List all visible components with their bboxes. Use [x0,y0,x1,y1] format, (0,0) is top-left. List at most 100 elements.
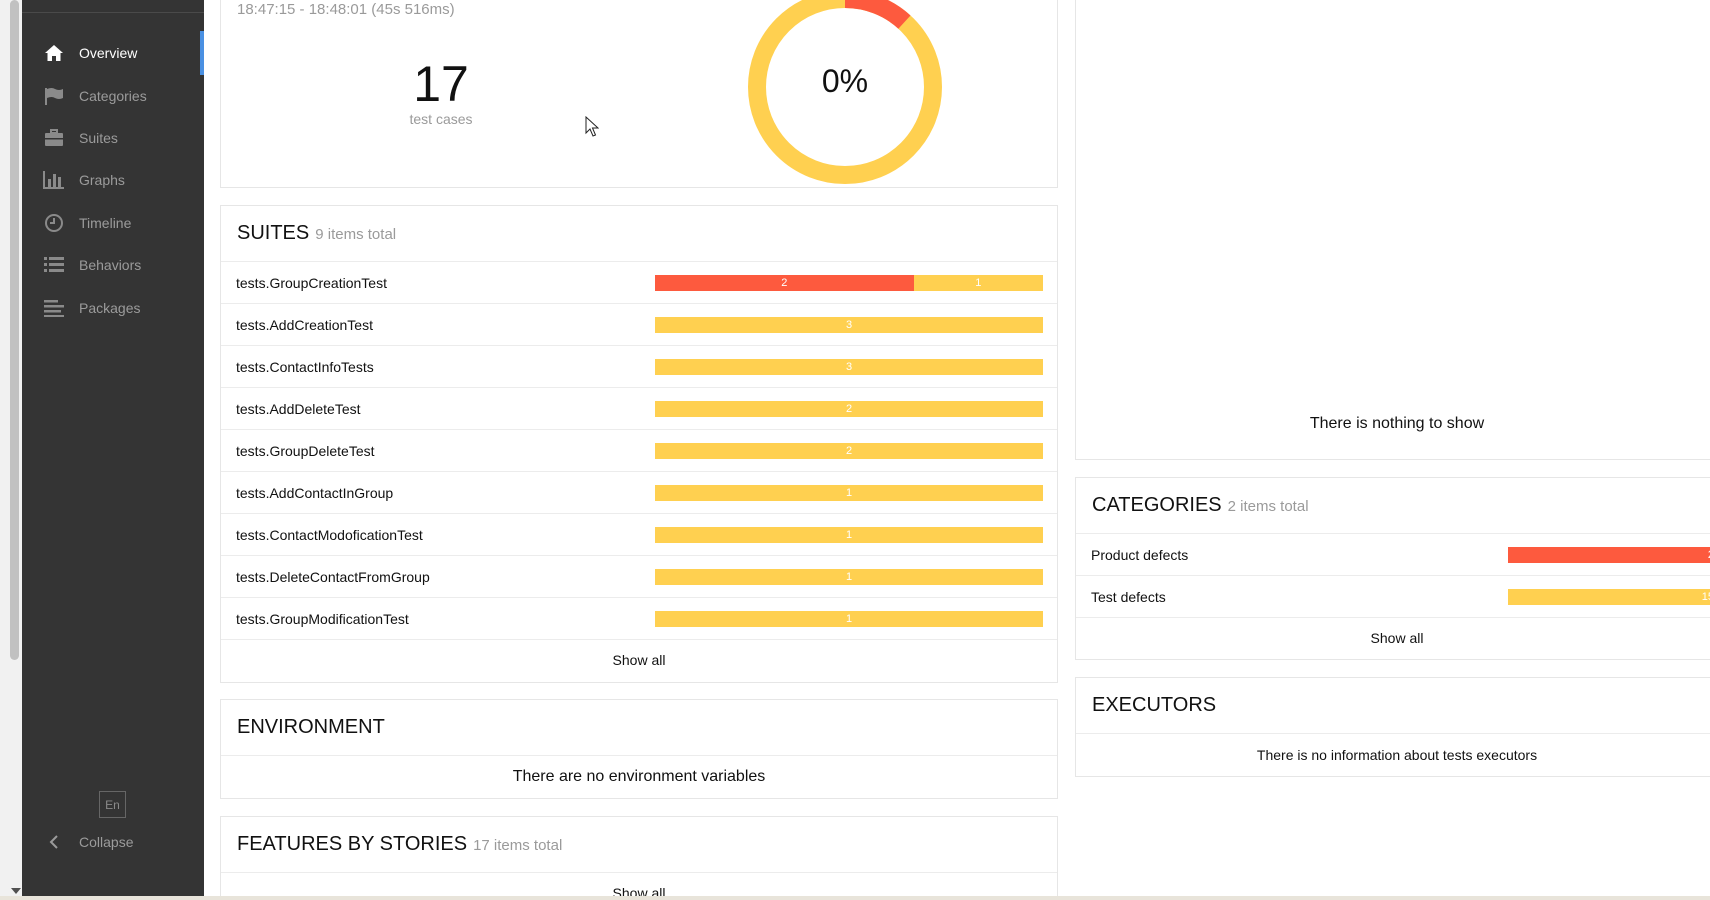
categories-header: CATEGORIES 2 items total [1076,478,1710,534]
category-bar: 15 [1508,589,1710,605]
category-name: Product defects [1091,546,1189,563]
sidebar-item-behaviors[interactable]: Behaviors [22,243,204,287]
sidebar-item-label: Categories [79,88,147,104]
suite-name: tests.GroupCreationTest [236,274,387,291]
environment-title: ENVIRONMENT [237,716,385,738]
sidebar-item-label: Suites [79,130,118,146]
suite-status-bar: 1 [655,569,1043,585]
time-range: 18:47:15 - 18:48:01 (45s 516ms) [237,1,455,18]
sidebar-item-graphs[interactable]: Graphs [22,158,204,202]
executors-header: EXECUTORS [1076,678,1710,734]
category-row[interactable]: Test defects 15 [1076,576,1710,618]
suite-row[interactable]: tests.GroupDeleteTest 2 [221,430,1057,472]
features-widget: FEATURES BY STORIES 17 items total Show … [220,816,1058,900]
language-button[interactable]: En [99,791,126,818]
suite-broken-segment: 2 [655,401,1043,417]
suite-row[interactable]: tests.AddDeleteTest 2 [221,388,1057,430]
categories-title: CATEGORIES [1092,494,1222,516]
suite-row[interactable]: tests.DeleteContactFromGroup 1 [221,556,1057,598]
scrollbar-thumb[interactable] [10,0,19,660]
browser-scrollbar[interactable] [0,0,22,900]
environment-header: ENVIRONMENT [221,700,1057,756]
suite-status-bar: 2 [655,401,1043,417]
suite-broken-segment: 3 [655,317,1043,333]
suite-broken-segment: 1 [655,527,1043,543]
browser-bottom-strip [0,896,1710,900]
sidebar-divider [22,12,204,13]
executors-title: EXECUTORS [1092,694,1217,716]
sidebar-item-label: Graphs [79,172,125,188]
trend-empty-text: There is nothing to show [1309,415,1485,432]
sidebar-item-label: Packages [79,300,141,316]
sidebar-item-overview[interactable]: Overview [22,31,204,75]
suite-row[interactable]: tests.GroupModificationTest 1 [221,598,1057,640]
category-row[interactable]: Product defects 2 [1076,534,1710,576]
suite-row[interactable]: tests.AddContactInGroup 1 [221,472,1057,514]
environment-empty-text: There are no environment variables [512,768,766,785]
suite-status-bar: 1 [655,611,1043,627]
suites-list: tests.GroupCreationTest 2 1 tests.AddCreati… [221,262,1057,640]
suite-row[interactable]: tests.ContactInfoTests 3 [221,346,1057,388]
sidebar: Overview Categories Suites Graphs Timeli… [22,0,204,900]
donut-failed-segment [844,0,911,29]
suites-widget: SUITES 9 items total tests.GroupCreation… [220,205,1058,683]
environment-widget: ENVIRONMENT There are no environment var… [220,699,1058,799]
suite-broken-segment: 1 [655,569,1043,585]
executors-widget: EXECUTORS There is no information about … [1075,677,1710,777]
category-count: 2 [1508,547,1710,563]
suite-row[interactable]: tests.ContactModoficationTest 1 [221,514,1057,556]
suite-failed-segment: 2 [655,275,914,291]
sidebar-item-suites[interactable]: Suites [22,116,204,160]
sidebar-item-packages[interactable]: Packages [22,286,204,330]
suite-status-bar: 3 [655,317,1043,333]
category-count: 15 [1508,589,1710,605]
clock-icon [42,213,66,233]
suites-count: 9 items total [315,226,397,243]
categories-count: 2 items total [1227,498,1309,515]
suites-header: SUITES 9 items total [221,206,1057,262]
home-icon [42,44,66,62]
suite-name: tests.AddContactInGroup [236,484,394,501]
success-percent: 0% [821,63,869,99]
category-bar: 2 [1508,547,1710,563]
list-icon [42,256,66,274]
suite-status-bar: 21 [655,275,1043,291]
bar-chart-icon [42,171,66,189]
suite-name: tests.AddDeleteTest [236,400,361,417]
executors-empty-text: There is no information about tests exec… [1256,747,1538,763]
suite-name: tests.GroupModificationTest [236,610,409,627]
mouse-cursor-icon [585,116,599,137]
sidebar-item-timeline[interactable]: Timeline [22,201,204,245]
category-name: Test defects [1091,588,1166,605]
suite-broken-segment: 3 [655,359,1043,375]
suite-name: tests.ContactModoficationTest [236,526,423,543]
suite-row[interactable]: tests.AddCreationTest 3 [221,304,1057,346]
sidebar-item-label: Timeline [79,215,132,231]
scroll-down-arrow-icon[interactable] [11,888,21,894]
features-count: 17 items total [473,837,563,854]
suite-name: tests.ContactInfoTests [236,358,374,375]
suite-broken-segment: 1 [655,485,1043,501]
test-count-label: test cases [409,111,473,127]
categories-show-all-link[interactable]: Show all [1076,618,1710,658]
features-header: FEATURES BY STORIES 17 items total [221,817,1057,873]
sidebar-item-categories[interactable]: Categories [22,74,204,118]
trend-widget: There is nothing to show [1075,0,1710,460]
chevron-left-icon [42,835,66,849]
briefcase-icon [42,129,66,147]
suite-name: tests.DeleteContactFromGroup [236,568,430,585]
suite-broken-segment: 1 [913,275,1043,291]
suite-name: tests.GroupDeleteTest [236,442,375,459]
suite-status-bar: 1 [655,485,1043,501]
flag-icon [42,87,66,105]
suite-status-bar: 2 [655,443,1043,459]
suite-row[interactable]: tests.GroupCreationTest 2 1 [221,262,1057,304]
sidebar-item-label: Overview [79,45,138,61]
collapse-button[interactable]: Collapse [22,820,204,864]
suite-status-bar: 3 [655,359,1043,375]
suites-show-all-link[interactable]: Show all [221,640,1057,680]
align-left-icon [42,299,66,317]
suite-name: tests.AddCreationTest [236,316,373,333]
collapse-label: Collapse [79,834,134,850]
summary-widget: 18:47:15 - 18:48:01 (45s 516ms) 17 test … [220,0,1058,188]
